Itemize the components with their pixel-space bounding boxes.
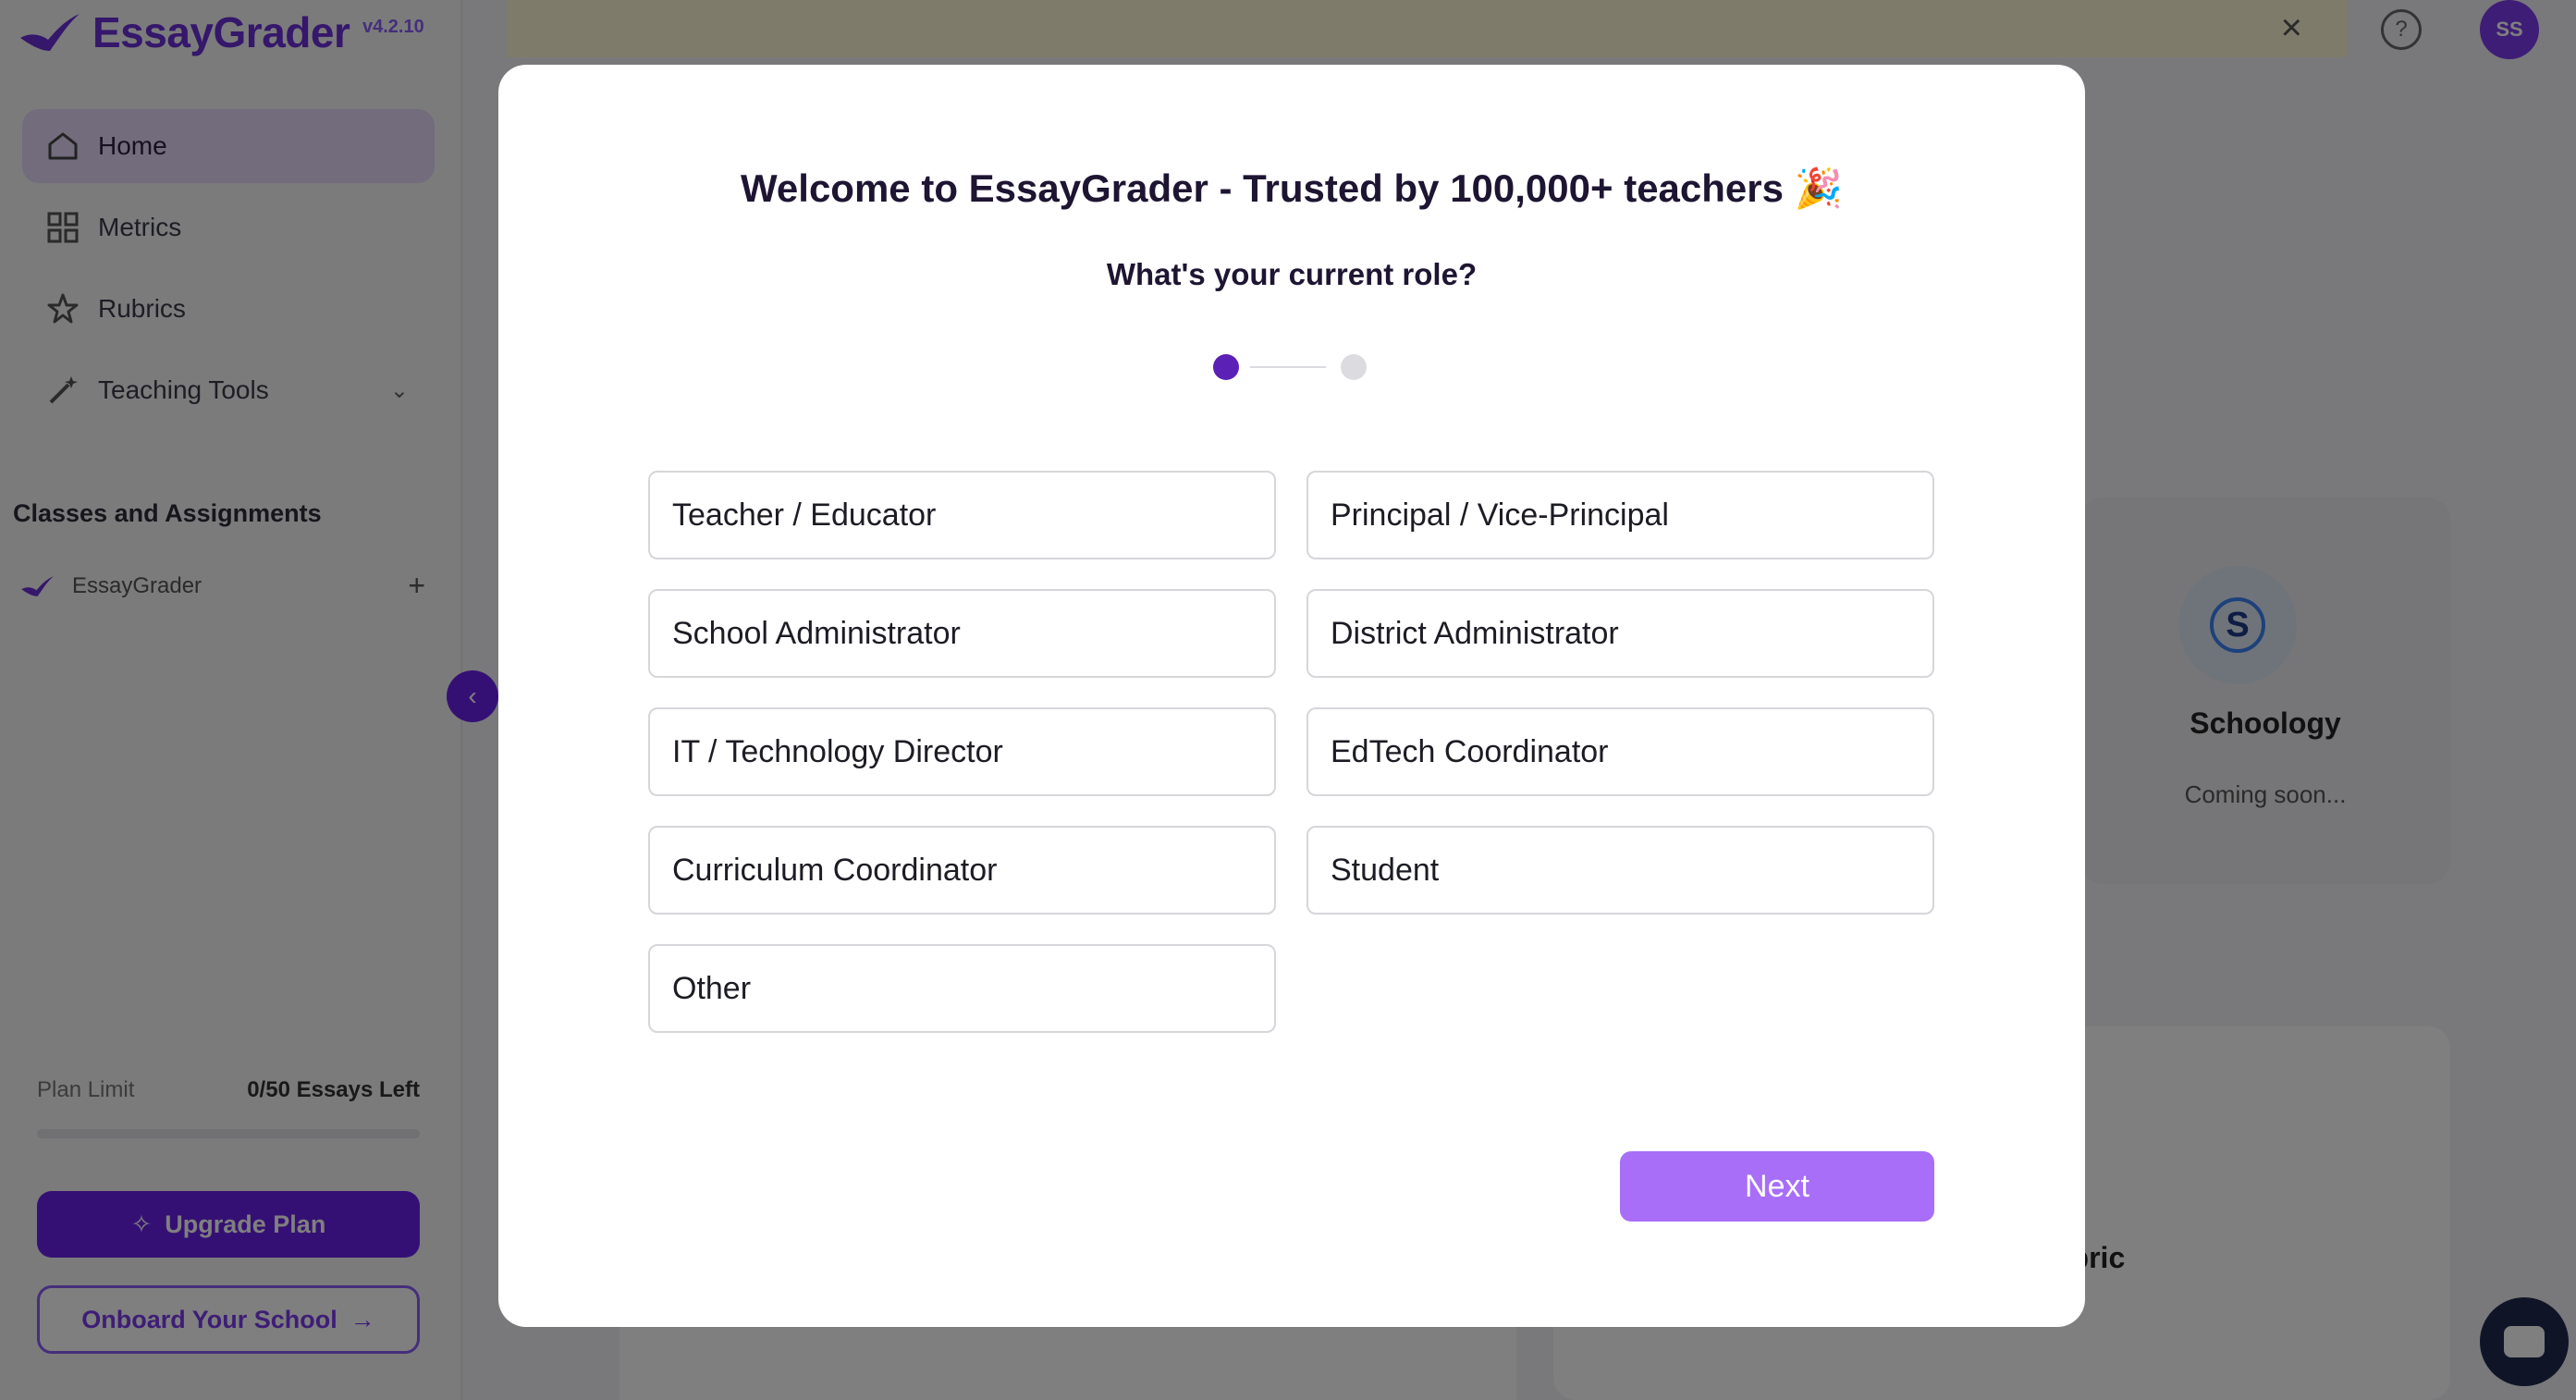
step-indicator xyxy=(1213,354,1381,382)
role-option-label: EdTech Coordinator xyxy=(1331,733,1609,769)
next-button[interactable]: Next xyxy=(1620,1151,1934,1222)
role-option-school-admin[interactable]: School Administrator xyxy=(648,589,1276,678)
role-option-label: Teacher / Educator xyxy=(672,497,937,533)
role-option-it-director[interactable]: IT / Technology Director xyxy=(648,707,1276,796)
role-modal: Welcome to EssayGrader - Trusted by 100,… xyxy=(498,65,2085,1327)
modal-title: Welcome to EssayGrader - Trusted by 100,… xyxy=(741,166,1843,210)
role-option-student[interactable]: Student xyxy=(1306,826,1934,915)
role-option-label: Curriculum Coordinator xyxy=(672,852,998,888)
role-option-label: Other xyxy=(672,970,752,1006)
role-option-label: IT / Technology Director xyxy=(672,733,1003,769)
step-dot-1 xyxy=(1213,354,1239,380)
role-option-label: Principal / Vice-Principal xyxy=(1331,497,1669,533)
role-option-label: District Administrator xyxy=(1331,615,1619,651)
role-option-edtech[interactable]: EdTech Coordinator xyxy=(1306,707,1934,796)
role-option-curriculum[interactable]: Curriculum Coordinator xyxy=(648,826,1276,915)
role-option-label: School Administrator xyxy=(672,615,961,651)
step-dot-2 xyxy=(1341,354,1367,380)
role-option-other[interactable]: Other xyxy=(648,944,1276,1033)
role-option-teacher[interactable]: Teacher / Educator xyxy=(648,471,1276,559)
role-option-label: Student xyxy=(1331,852,1440,888)
role-option-principal[interactable]: Principal / Vice-Principal xyxy=(1306,471,1934,559)
role-option-district-admin[interactable]: District Administrator xyxy=(1306,589,1934,678)
modal-subtitle: What's your current role? xyxy=(1106,257,1478,291)
step-connector xyxy=(1250,366,1326,368)
